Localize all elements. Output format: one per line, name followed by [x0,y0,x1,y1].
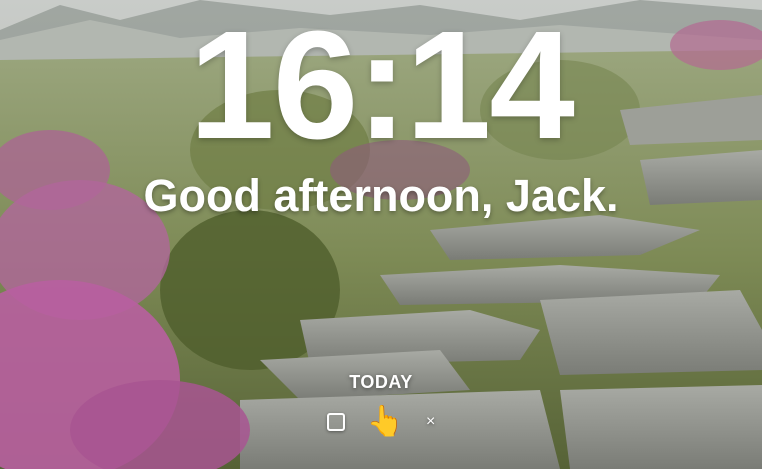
focus-text: 👆 [366,405,404,438]
today-focus-row: 👆 × [0,402,762,442]
delete-focus-button[interactable]: × [426,413,435,431]
focus-checkbox[interactable] [326,413,345,431]
today-title: TODAY [349,372,413,392]
greeting-text: Good afternoon, Jack. [143,170,619,221]
clock-time: 16:14 [189,0,575,171]
